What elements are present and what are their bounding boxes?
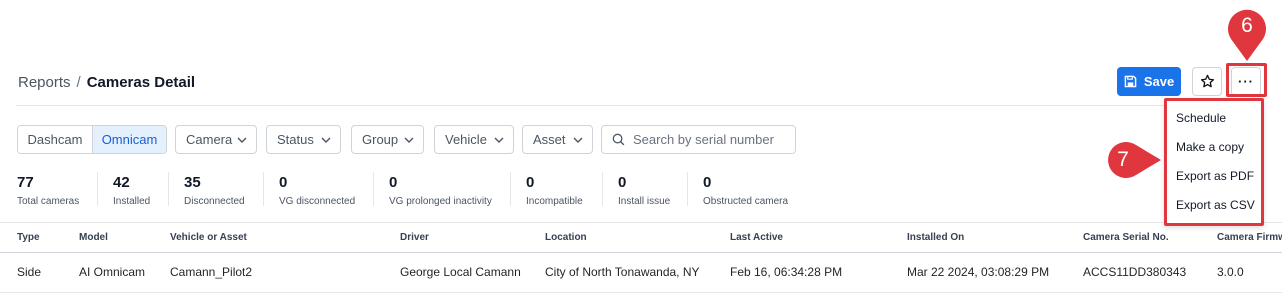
save-button[interactable]: Save (1117, 67, 1181, 96)
stat-label: Install issue (618, 196, 671, 207)
table-top-border (0, 222, 1282, 223)
stat-divider (602, 172, 603, 206)
menu-item-export-csv[interactable]: Export as CSV (1176, 198, 1255, 212)
column-header-model[interactable]: Model (79, 232, 108, 243)
cell-camera-firmware: 3.0.0 (1217, 265, 1244, 279)
chevron-down-icon (573, 137, 583, 143)
row-divider (0, 292, 1282, 293)
stat-value: 0 (703, 174, 712, 191)
toggle-dashcam[interactable]: Dashcam (18, 126, 92, 153)
more-options-menu: Schedule Make a copy Export as PDF Expor… (1164, 98, 1264, 226)
stat-vg-prolonged-inactivity: 0 VG prolonged inactivity (389, 174, 492, 208)
status-filter-label: Status (277, 132, 314, 147)
chevron-down-icon (237, 137, 247, 143)
stat-total-cameras: 77 Total cameras (17, 174, 80, 208)
marker-7-label: 7 (1117, 148, 1129, 171)
stat-divider (687, 172, 688, 206)
cell-location: City of North Tonawanda, NY (545, 265, 700, 279)
stat-disconnected: 35 Disconnected (184, 174, 245, 208)
stat-label: Installed (113, 196, 151, 207)
column-header-driver[interactable]: Driver (400, 232, 429, 243)
column-header-type[interactable]: Type (17, 232, 40, 243)
header-divider (16, 105, 1166, 106)
save-button-label: Save (1143, 74, 1175, 89)
menu-item-schedule[interactable]: Schedule (1176, 111, 1226, 125)
group-filter-label: Group (362, 132, 399, 147)
stat-value: 0 (526, 174, 535, 191)
group-filter-dropdown[interactable]: Group (351, 125, 424, 154)
stat-label: Total cameras (17, 196, 80, 207)
stat-value: 0 (389, 174, 398, 191)
annotation-highlight-more (1226, 63, 1267, 97)
camera-type-toggle: Dashcam Omnicam (17, 125, 167, 154)
stat-obstructed-camera: 0 Obstructed camera (703, 174, 789, 208)
stat-vg-disconnected: 0 VG disconnected (279, 174, 356, 208)
stat-value: 0 (279, 174, 288, 191)
stat-label: Incompatible (526, 196, 583, 207)
table-header-border (0, 252, 1282, 253)
vehicle-filter-dropdown[interactable]: Vehicle (434, 125, 514, 154)
cell-driver[interactable]: George Local Camann (400, 265, 521, 279)
stat-install-issue: 0 Install issue (618, 174, 671, 208)
breadcrumb: Reports / Cameras Detail (18, 72, 195, 92)
stat-incompatible: 0 Incompatible (526, 174, 583, 208)
serial-search (601, 125, 796, 154)
chevron-down-icon (494, 137, 504, 143)
stat-value: 77 (17, 174, 34, 191)
cell-camera-serial: ACCS11DD380343 (1083, 265, 1187, 279)
asset-filter-dropdown[interactable]: Asset (522, 125, 593, 154)
stat-divider (97, 172, 98, 206)
stat-label: Obstructed camera (703, 196, 789, 207)
cell-type: Side (17, 265, 42, 279)
page-title: Cameras Detail (86, 73, 196, 91)
column-header-camera-firmware[interactable]: Camera Firmw (1217, 232, 1282, 243)
camera-filter-dropdown[interactable]: Camera (175, 125, 257, 154)
marker-6-label: 6 (1241, 14, 1253, 37)
serial-search-input[interactable] (633, 132, 793, 147)
cell-model: AI Omnicam (79, 265, 146, 279)
column-header-installed-on[interactable]: Installed On (907, 232, 964, 243)
cell-last-active: Feb 16, 06:34:28 PM (730, 265, 843, 279)
status-filter-dropdown[interactable]: Status (266, 125, 341, 154)
stat-divider (263, 172, 264, 206)
breadcrumb-reports-link[interactable]: Reports (18, 74, 71, 91)
stat-label: VG prolonged inactivity (389, 196, 492, 207)
cell-vehicle-or-asset[interactable]: Camann_Pilot2 (170, 265, 252, 279)
stat-divider (373, 172, 374, 206)
stat-label: Disconnected (184, 196, 245, 207)
breadcrumb-separator: / (76, 73, 81, 91)
column-header-vehicle-or-asset[interactable]: Vehicle or Asset (170, 232, 247, 243)
menu-item-make-copy[interactable]: Make a copy (1176, 140, 1244, 154)
search-icon (612, 133, 625, 146)
stat-value: 42 (113, 174, 130, 191)
annotation-marker-7: 7 (1097, 140, 1163, 180)
stat-divider (168, 172, 169, 206)
annotation-marker-6: 6 (1223, 5, 1271, 63)
column-header-last-active[interactable]: Last Active (730, 232, 783, 243)
stat-label: VG disconnected (279, 196, 356, 207)
camera-filter-label: Camera (186, 132, 233, 147)
toggle-omnicam[interactable]: Omnicam (92, 126, 166, 153)
menu-item-export-pdf[interactable]: Export as PDF (1176, 169, 1254, 183)
chevron-down-icon (321, 137, 331, 143)
star-icon (1200, 74, 1214, 88)
cell-installed-on: Mar 22 2024, 03:08:29 PM (907, 265, 1050, 279)
column-header-location[interactable]: Location (545, 232, 587, 243)
stat-value: 0 (618, 174, 627, 191)
stat-value: 35 (184, 174, 201, 191)
vehicle-filter-label: Vehicle (445, 132, 487, 147)
favorite-button[interactable] (1192, 67, 1222, 96)
stat-divider (510, 172, 511, 206)
save-icon (1124, 75, 1137, 88)
chevron-down-icon (404, 137, 414, 143)
stat-installed: 42 Installed (113, 174, 151, 208)
column-header-camera-serial[interactable]: Camera Serial No. (1083, 232, 1169, 243)
asset-filter-label: Asset (533, 132, 566, 147)
